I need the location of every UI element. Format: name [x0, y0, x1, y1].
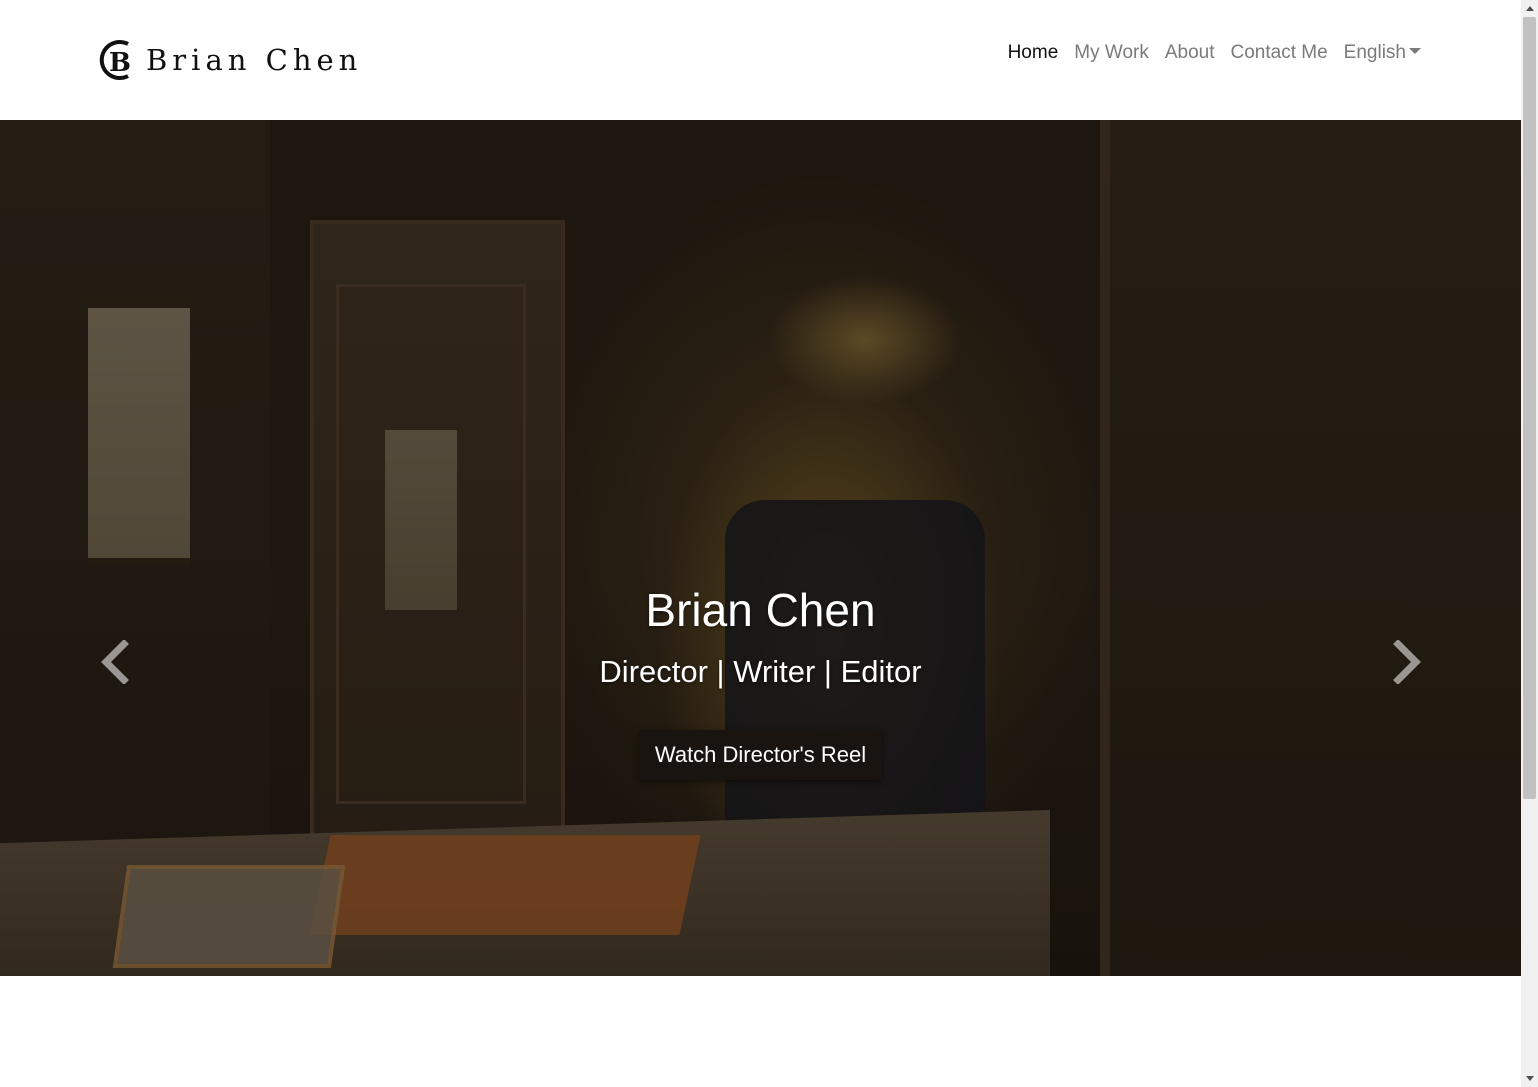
- nav-links: Home My Work About Contact Me English: [1008, 42, 1421, 64]
- nav-contact-me[interactable]: Contact Me: [1231, 42, 1328, 64]
- hero-overlay: [0, 120, 1521, 976]
- hero-subtitle: Director | Writer | Editor: [599, 654, 922, 689]
- cb-logo-icon: B: [98, 38, 138, 82]
- brand-link[interactable]: B Brian Chen: [98, 38, 362, 82]
- vertical-scrollbar[interactable]: [1521, 0, 1538, 1087]
- carousel-caption: Brian Chen Director | Writer | Editor Wa…: [0, 580, 1521, 780]
- nav-home[interactable]: Home: [1008, 42, 1059, 64]
- watch-reel-button[interactable]: Watch Director's Reel: [638, 730, 883, 780]
- below-hero-section: [0, 976, 1521, 1087]
- language-label: English: [1343, 42, 1406, 63]
- nav-about[interactable]: About: [1165, 42, 1215, 64]
- hero-title: Brian Chen: [645, 584, 876, 636]
- svg-text:B: B: [109, 48, 131, 78]
- nav-my-work[interactable]: My Work: [1074, 42, 1149, 64]
- scroll-up-icon[interactable]: [1521, 0, 1538, 17]
- scrollbar-thumb[interactable]: [1523, 17, 1536, 799]
- navbar: B Brian Chen Home My Work About Contact …: [0, 0, 1521, 120]
- language-dropdown[interactable]: English: [1344, 42, 1421, 64]
- hero-carousel: Brian Chen Director | Writer | Editor Wa…: [0, 120, 1521, 976]
- brand-text: Brian Chen: [146, 43, 363, 77]
- scroll-down-icon[interactable]: [1521, 1070, 1538, 1087]
- caret-down-icon: [1409, 47, 1421, 54]
- page: B Brian Chen Home My Work About Contact …: [0, 0, 1521, 1087]
